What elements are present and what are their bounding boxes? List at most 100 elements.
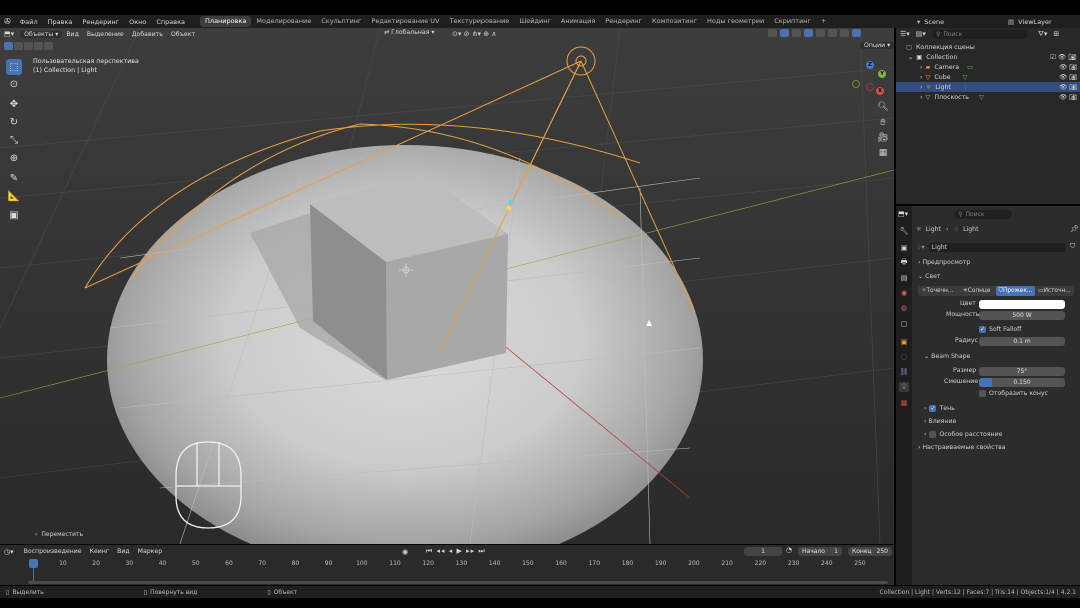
- workspace-tab-modeling[interactable]: Моделирование: [251, 16, 316, 27]
- ortho-toggle-icon[interactable]: ▦: [876, 146, 890, 160]
- menu-select[interactable]: Выделение: [83, 31, 128, 38]
- light-datablock-field[interactable]: ♢▾ Light: [916, 242, 1068, 252]
- select-intersect-icon[interactable]: [44, 42, 53, 50]
- shading-wireframe-icon[interactable]: [816, 29, 825, 37]
- expand-arrow-icon[interactable]: ›: [920, 74, 923, 81]
- tool-tab-icon[interactable]: 🔧︎: [899, 226, 909, 236]
- props-search-field[interactable]: ⚲ Поиск: [954, 209, 1013, 219]
- gizmo-z-axis[interactable]: Z: [866, 61, 874, 69]
- xray-toggle-icon[interactable]: [804, 29, 813, 37]
- gizmo-y-axis[interactable]: Y: [878, 70, 886, 78]
- workspace-tab-animation[interactable]: Анимация: [556, 16, 600, 27]
- workspace-tab-sculpting[interactable]: Скульптинг: [316, 16, 366, 27]
- light-type-point[interactable]: ✧ Точечн...: [918, 288, 957, 294]
- overlays-icon[interactable]: [792, 29, 801, 37]
- color-swatch[interactable]: [979, 300, 1065, 309]
- light-type-area[interactable]: ▭ Источн...: [1035, 288, 1074, 294]
- output-tab-icon[interactable]: 🖶︎: [899, 258, 909, 268]
- mode-dropdown[interactable]: Объекты ▾: [20, 30, 63, 38]
- navigation-gizmo[interactable]: Z Y X: [850, 59, 890, 99]
- outliner-row-cube[interactable]: › ▽ Cube ▽ 👁︎ 📷︎: [896, 72, 1080, 82]
- outliner-search-field[interactable]: ⚲ Поиск: [931, 29, 1028, 39]
- transform-tool[interactable]: ⊕: [6, 150, 22, 166]
- blender-logo-icon[interactable]: ✇: [4, 17, 11, 26]
- collection-tab-icon[interactable]: ▢: [899, 319, 909, 329]
- workspace-tab-uv[interactable]: Редактирование UV: [366, 16, 444, 27]
- workspace-tab-rendering[interactable]: Рендеринг: [600, 16, 647, 27]
- view-layer-tab-icon[interactable]: ▤: [899, 273, 909, 283]
- select-box-tool[interactable]: ⬚: [6, 59, 22, 75]
- scale-tool[interactable]: ⤡: [6, 132, 22, 148]
- rotate-tool[interactable]: ↻: [6, 114, 22, 130]
- shading-solid-icon[interactable]: [828, 29, 837, 37]
- camera-visibility-toggles[interactable]: 👁︎ 📷︎: [1059, 63, 1077, 71]
- radius-field[interactable]: 0.1 m: [979, 337, 1065, 346]
- workspace-tab-compositing[interactable]: Композитинг: [647, 16, 702, 27]
- shading-rendered-icon[interactable]: [852, 29, 861, 37]
- menu-window[interactable]: Окно: [124, 18, 151, 26]
- light-type-sun[interactable]: ☀︎ Солнце: [957, 288, 996, 294]
- blend-slider[interactable]: 0.150: [979, 378, 1065, 387]
- scene-selector[interactable]: ▾ Scene: [917, 16, 944, 27]
- menu-view[interactable]: Вид: [62, 31, 83, 38]
- menu-object[interactable]: Объект: [167, 31, 199, 38]
- panel-preview-header[interactable]: › Предпросмотр: [918, 259, 970, 266]
- workspace-tab-layout[interactable]: Планировка: [200, 16, 252, 27]
- add-workspace-button[interactable]: +: [816, 16, 831, 27]
- measure-tool[interactable]: 📐: [6, 188, 22, 204]
- outliner-row-light[interactable]: › ☼ Light ♢ 👁︎ 📷︎: [896, 82, 1080, 92]
- light-type-spot[interactable]: ⛉ Прожек...: [996, 286, 1035, 296]
- select-extend-icon[interactable]: [14, 42, 23, 50]
- overlay-shading-controls[interactable]: [768, 29, 862, 37]
- world-tab-icon[interactable]: ◍: [899, 303, 909, 313]
- collection-row[interactable]: ⌄ ▣ Collection ☑ 👁︎ 📷︎: [896, 52, 1080, 62]
- collapse-arrow-icon[interactable]: ⌄: [908, 54, 913, 61]
- select-new-icon[interactable]: [4, 42, 13, 50]
- gizmo-neg-y[interactable]: [852, 80, 860, 88]
- expand-arrow-icon[interactable]: ›: [920, 84, 923, 91]
- collection-visibility-toggles[interactable]: ☑ 👁︎ 📷︎: [1050, 53, 1076, 61]
- 3d-viewport[interactable]: ⬚ ⊙ ✥ ↻ ⤡ ⊕ ✎ 📐 ▣ Пользовательская персп…: [0, 28, 894, 544]
- select-invert-icon[interactable]: [34, 42, 43, 50]
- outliner-display-icon[interactable]: ▤▾: [916, 30, 926, 38]
- shadow-checkbox-icon[interactable]: ✓: [929, 405, 937, 412]
- outliner-editor-icon[interactable]: ☰▾: [900, 30, 910, 38]
- cube-visibility-toggles[interactable]: 👁︎ 📷︎: [1059, 73, 1077, 81]
- gizmo-x-axis[interactable]: X: [876, 87, 884, 95]
- visibility-icon[interactable]: [768, 29, 777, 37]
- physics-tab-icon[interactable]: ◌: [899, 352, 909, 362]
- workspace-tab-shading[interactable]: Шейдинг: [514, 16, 556, 27]
- fake-user-icon[interactable]: ⛉: [1070, 242, 1075, 251]
- menu-add[interactable]: Добавить: [128, 31, 167, 38]
- outliner-row-camera[interactable]: › ▰ Camera ▭ 👁︎ 📷︎: [896, 62, 1080, 72]
- pan-view-icon[interactable]: ✋︎: [876, 116, 890, 130]
- workspace-tab-scripting[interactable]: Скриптинг: [769, 16, 816, 27]
- expand-arrow-icon[interactable]: ›: [920, 64, 923, 71]
- scene-collection-row[interactable]: ▢ Коллекция сцены: [896, 42, 1080, 52]
- object-tab-icon[interactable]: ▣: [899, 337, 909, 347]
- move-tool[interactable]: ✥: [6, 96, 22, 112]
- power-field[interactable]: 500 W: [979, 311, 1065, 320]
- panel-custom-props-header[interactable]: › Настраиваемые свойства: [918, 444, 1006, 451]
- render-tab-icon[interactable]: ▣: [899, 243, 909, 253]
- scene-tab-icon[interactable]: ◉: [899, 288, 909, 298]
- light-data-tab-icon[interactable]: 💡︎: [899, 382, 909, 392]
- workspace-tab-texture[interactable]: Текстурирование: [444, 16, 514, 27]
- zoom-view-icon[interactable]: 🔍︎: [876, 100, 890, 114]
- last-operator-panel[interactable]: › Переместить: [31, 529, 111, 540]
- texture-tab-icon[interactable]: ▦: [899, 398, 909, 408]
- selection-mode-buttons[interactable]: [4, 42, 54, 50]
- menu-help[interactable]: Справка: [151, 18, 190, 26]
- pivot-snap-controls[interactable]: ⊙▾ ⊘ ⋔▾ ⊕ ∧: [452, 30, 497, 38]
- transform-orientation-dropdown[interactable]: ⇄ Глобальная ▾: [380, 29, 439, 36]
- shading-material-icon[interactable]: [840, 29, 849, 37]
- menu-render[interactable]: Рендеринг: [77, 18, 124, 26]
- panel-shadow-header[interactable]: › ✓ Тень: [924, 405, 955, 412]
- options-dropdown[interactable]: Опции ▾: [860, 42, 895, 49]
- soft-falloff-checkbox[interactable]: ✓ Soft Falloff: [979, 326, 1021, 333]
- custom-distance-checkbox-icon[interactable]: [929, 431, 937, 438]
- gizmo-toggle-icon[interactable]: [780, 29, 789, 37]
- plane-visibility-toggles[interactable]: 👁︎ 📷︎: [1059, 93, 1077, 101]
- panel-influence-header[interactable]: › Влияние: [924, 418, 956, 425]
- panel-custom-distance-header[interactable]: › Особое расстояние: [924, 431, 1002, 438]
